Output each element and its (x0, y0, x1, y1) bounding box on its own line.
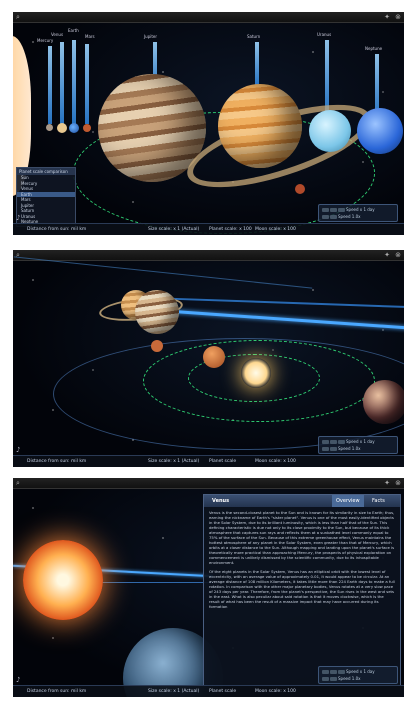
marker-saturn (255, 42, 259, 86)
status-distance: Distance from sun: mil km (27, 689, 87, 694)
status-bar: Distance from sun: mil km Size scale: x … (13, 223, 404, 235)
time-controls: Speed x 1 day Speed 1.0x (318, 666, 398, 684)
pause-button[interactable] (330, 670, 337, 674)
time-controls: Speed x 1 day Speed 1.0x (318, 436, 398, 454)
status-planet-scale: Planet scale: x 100 (209, 227, 252, 232)
planet-list-menu: Planet scale comparison Sun Mercury Venu… (16, 167, 76, 227)
planet-jupiter[interactable] (135, 290, 179, 334)
top-toolbar: ⌕ ✦ ⊗ (13, 478, 404, 489)
planet-venus[interactable] (57, 123, 67, 133)
planet-neptune[interactable] (357, 108, 403, 154)
rewind-button[interactable] (322, 670, 329, 674)
marker-mars (85, 44, 89, 124)
tab-overview[interactable]: Overview (332, 495, 364, 507)
status-planet-scale: Planet scale (209, 689, 237, 694)
label-mercury: Mercury (37, 38, 54, 43)
screenshot-panel-orbit-view: ⌕ ✦ ⊗ Speed x 1 day Speed 1.0x ♪ Distanc… (13, 250, 404, 467)
info-window-header: Venus Overview Facts (204, 495, 400, 507)
rewind-button[interactable] (322, 440, 329, 444)
sound-icon[interactable]: ♪ (16, 676, 20, 684)
status-distance: Distance from sun: mil km (27, 459, 87, 464)
label-venus: Venus (51, 32, 64, 37)
step-back-button[interactable] (322, 447, 329, 451)
sound-icon[interactable]: ♪ (16, 214, 20, 222)
sun[interactable] (241, 358, 271, 388)
info-paragraph-2: Of the eight planets in the Solar System… (209, 569, 395, 609)
forward-button[interactable] (338, 440, 345, 444)
menu-title: Planet scale comparison (17, 168, 75, 175)
pause-button[interactable] (330, 208, 337, 212)
status-bar: Distance from sun: mil km Size scale: x … (13, 455, 404, 467)
sound-icon[interactable]: ♪ (16, 446, 20, 454)
planet-mars[interactable] (151, 340, 163, 352)
screenshot-panel-venus-info: ⌕ ✦ ⊗ Venus Overview Facts Venus is the … (13, 478, 404, 697)
search-icon[interactable]: ⌕ (16, 479, 20, 488)
marker-venus (60, 42, 64, 124)
planet-info-window: Venus Overview Facts Venus is the second… (203, 494, 401, 686)
tab-facts[interactable]: Facts (368, 495, 389, 507)
planet-earth[interactable] (363, 380, 404, 424)
label-neptune: Neptune (365, 46, 383, 51)
planet-mars[interactable] (83, 124, 91, 132)
label-saturn: Saturn (247, 34, 261, 39)
status-planet-scale: Planet scale (209, 459, 237, 464)
time-controls-row1: Speed x 1 day (322, 669, 394, 674)
top-toolbar: ⌕ ✦ ⊗ (13, 12, 404, 23)
label-uranus: Uranus (317, 32, 332, 37)
step-forward-button[interactable] (330, 677, 337, 681)
settings-icon[interactable]: ✦ (384, 479, 390, 487)
time-controls-row2: Speed 1.0x (322, 676, 394, 681)
forward-button[interactable] (338, 208, 345, 212)
settings-icon[interactable]: ✦ (384, 13, 390, 21)
planet-saturn[interactable] (218, 84, 302, 168)
status-size-scale: Size scale: x 1 (Actual) (148, 689, 200, 694)
label-mars: Mars (85, 34, 95, 39)
time-controls-row2: Speed 1.0x (322, 446, 394, 451)
marker-mercury (48, 46, 52, 124)
planet-venus[interactable] (203, 346, 225, 368)
info-title: Venus (212, 498, 230, 504)
time-controls: Speed x 1 day Speed 1.0x (318, 204, 398, 222)
status-moon-scale: Moon scale: x 100 (255, 689, 296, 694)
step-back-button[interactable] (322, 215, 329, 219)
status-bar: Distance from sun: mil km Size scale: x … (13, 685, 404, 697)
status-moon-scale: Moon scale: x 100 (255, 459, 296, 464)
time-controls-row1: Speed x 1 day (322, 439, 394, 444)
forward-button[interactable] (338, 670, 345, 674)
info-body: Venus is the second-closest planet to th… (204, 507, 400, 616)
rewind-button[interactable] (322, 208, 329, 212)
step-forward-button[interactable] (330, 447, 337, 451)
label-jupiter: Jupiter (144, 34, 158, 39)
time-controls-row1: Speed x 1 day (322, 207, 394, 212)
planet-mercury[interactable] (46, 124, 53, 131)
sun[interactable] (23, 540, 103, 620)
top-toolbar: ⌕ ✦ ⊗ (13, 250, 404, 261)
status-moon-scale: Moon scale: x 100 (255, 227, 296, 232)
info-paragraph-1: Venus is the second-closest planet to th… (209, 510, 395, 565)
screenshot-panel-scale-comparison: ⌕ ✦ ⊗ Mercury Venus Earth Mars Jupiter S… (13, 12, 404, 235)
marker-uranus (325, 40, 329, 112)
step-back-button[interactable] (322, 677, 329, 681)
planet-earth[interactable] (69, 123, 79, 133)
moon-small[interactable] (295, 184, 305, 194)
planet-uranus[interactable] (309, 110, 351, 152)
marker-earth (72, 40, 76, 124)
label-earth: Earth (68, 28, 79, 33)
time-controls-row2: Speed 1.0x (322, 214, 394, 219)
close-icon[interactable]: ⊗ (395, 479, 401, 487)
step-forward-button[interactable] (330, 215, 337, 219)
status-distance: Distance from sun: mil km (27, 227, 87, 232)
close-icon[interactable]: ⊗ (395, 13, 401, 21)
search-icon[interactable]: ⌕ (16, 13, 20, 22)
settings-icon[interactable]: ✦ (384, 251, 390, 259)
pause-button[interactable] (330, 440, 337, 444)
status-size-scale: Size scale: x 1 (Actual) (148, 227, 200, 232)
search-icon[interactable]: ⌕ (16, 251, 20, 260)
close-icon[interactable]: ⊗ (395, 251, 401, 259)
status-size-scale: Size scale: x 1 (Actual) (148, 459, 200, 464)
